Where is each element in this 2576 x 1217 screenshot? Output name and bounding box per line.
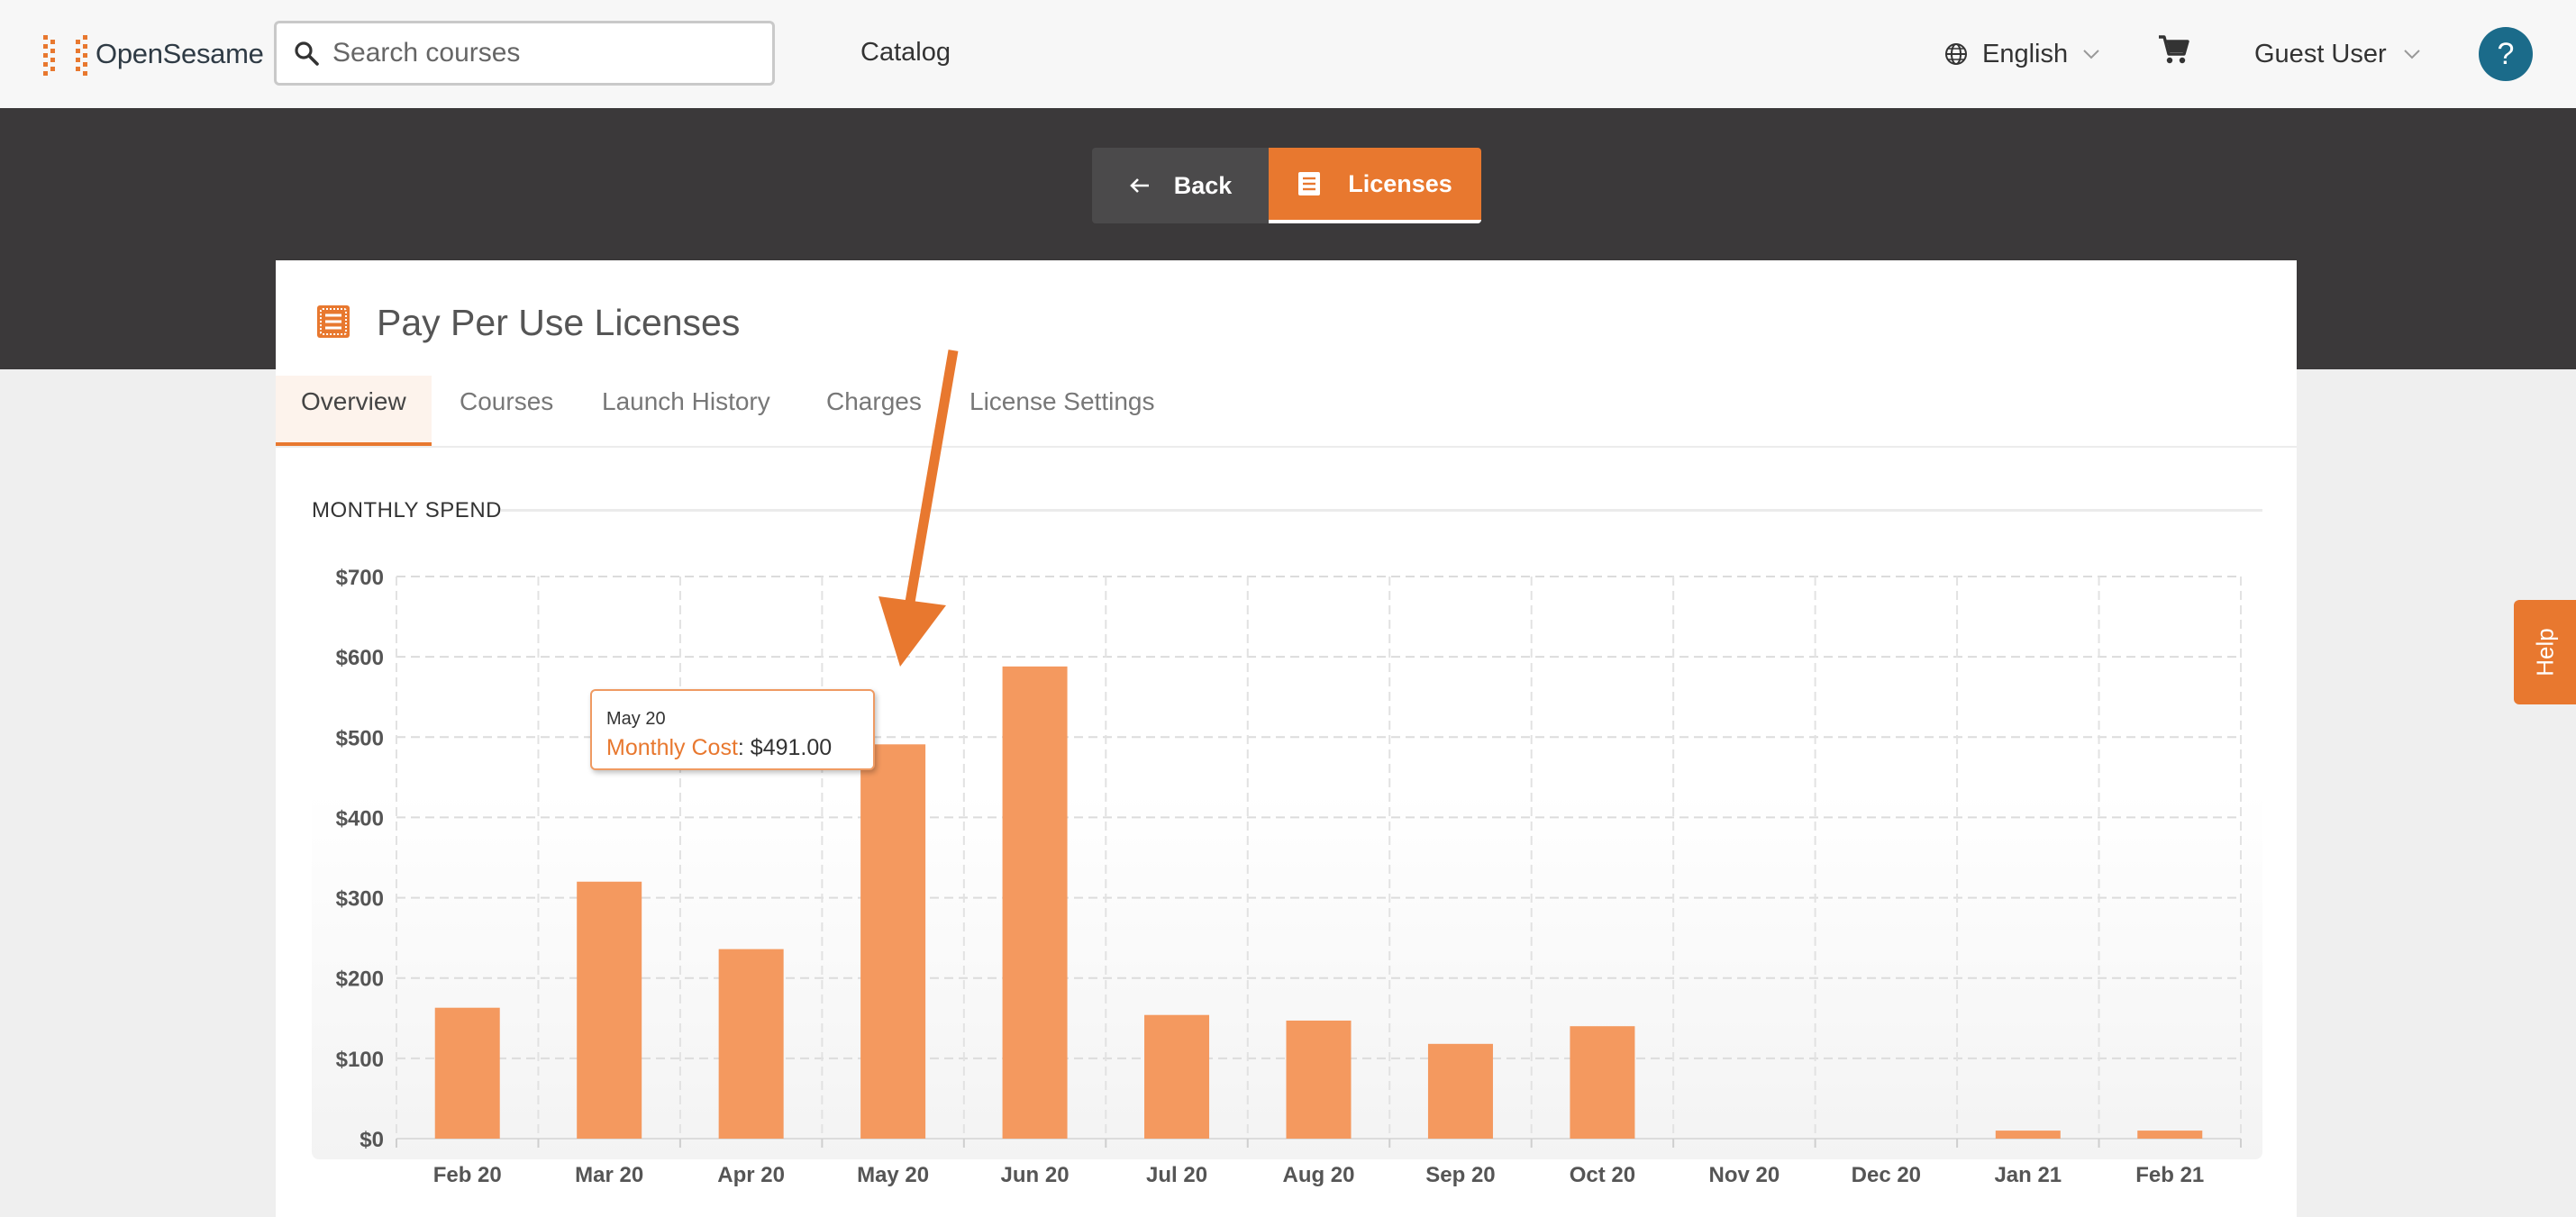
chart-bar <box>2137 1131 2203 1139</box>
x-tick-label: Nov 20 <box>1709 1163 1780 1187</box>
y-tick-label: $600 <box>336 646 384 670</box>
y-tick-label: $400 <box>336 806 384 831</box>
x-tick-label: Sep 20 <box>1425 1163 1495 1187</box>
chart-bar <box>434 1007 500 1139</box>
chart-bar <box>577 881 642 1139</box>
y-tick-label: $100 <box>336 1048 384 1072</box>
tooltip-value-line: Monthly Cost: $491.00 <box>606 735 833 760</box>
x-tick-label: Mar 20 <box>575 1163 643 1187</box>
tooltip-value: $491.00 <box>750 735 833 760</box>
y-tick-label: $200 <box>336 967 384 992</box>
tooltip-series-label: Monthly Cost <box>606 735 738 760</box>
y-tick-label: $300 <box>336 887 384 912</box>
x-tick-label: Feb 21 <box>2135 1163 2204 1187</box>
chart-bar <box>1286 1020 1352 1139</box>
y-tick-label: $0 <box>360 1128 384 1152</box>
x-tick-label: Aug 20 <box>1282 1163 1354 1187</box>
chart-bar <box>1570 1026 1635 1139</box>
x-tick-label: Jan 21 <box>1994 1163 2062 1187</box>
chart-bar <box>1002 666 1068 1139</box>
x-tick-label: Dec 20 <box>1852 1163 1921 1187</box>
y-tick-label: $500 <box>336 726 384 750</box>
x-tick-label: Feb 20 <box>433 1163 502 1187</box>
help-side-tab[interactable]: Help <box>2514 600 2576 704</box>
x-tick-label: Jun 20 <box>1001 1163 1070 1187</box>
y-tick-label: $700 <box>336 566 384 590</box>
chart-bar <box>1144 1014 1210 1139</box>
tooltip-date: May 20 <box>606 709 666 729</box>
chart-bar <box>860 744 926 1139</box>
x-tick-label: May 20 <box>857 1163 929 1187</box>
monthly-spend-chart: $0 $100 $200 $300 $400 $500 $600 $700 Feb 20 Mar … <box>336 350 2242 1187</box>
x-tick-label: Oct 20 <box>1570 1163 1635 1187</box>
chart-tooltip: May 20 Monthly Cost: $491.00 <box>590 689 875 770</box>
help-side-label: Help <box>2531 628 2558 677</box>
chart-bar <box>718 949 784 1139</box>
x-tick-label: Apr 20 <box>717 1163 785 1187</box>
annotation-arrow <box>878 350 959 667</box>
chart-bar <box>1427 1043 1493 1139</box>
x-tick-label: Jul 20 <box>1146 1163 1207 1187</box>
chart-bar <box>1995 1131 2061 1139</box>
